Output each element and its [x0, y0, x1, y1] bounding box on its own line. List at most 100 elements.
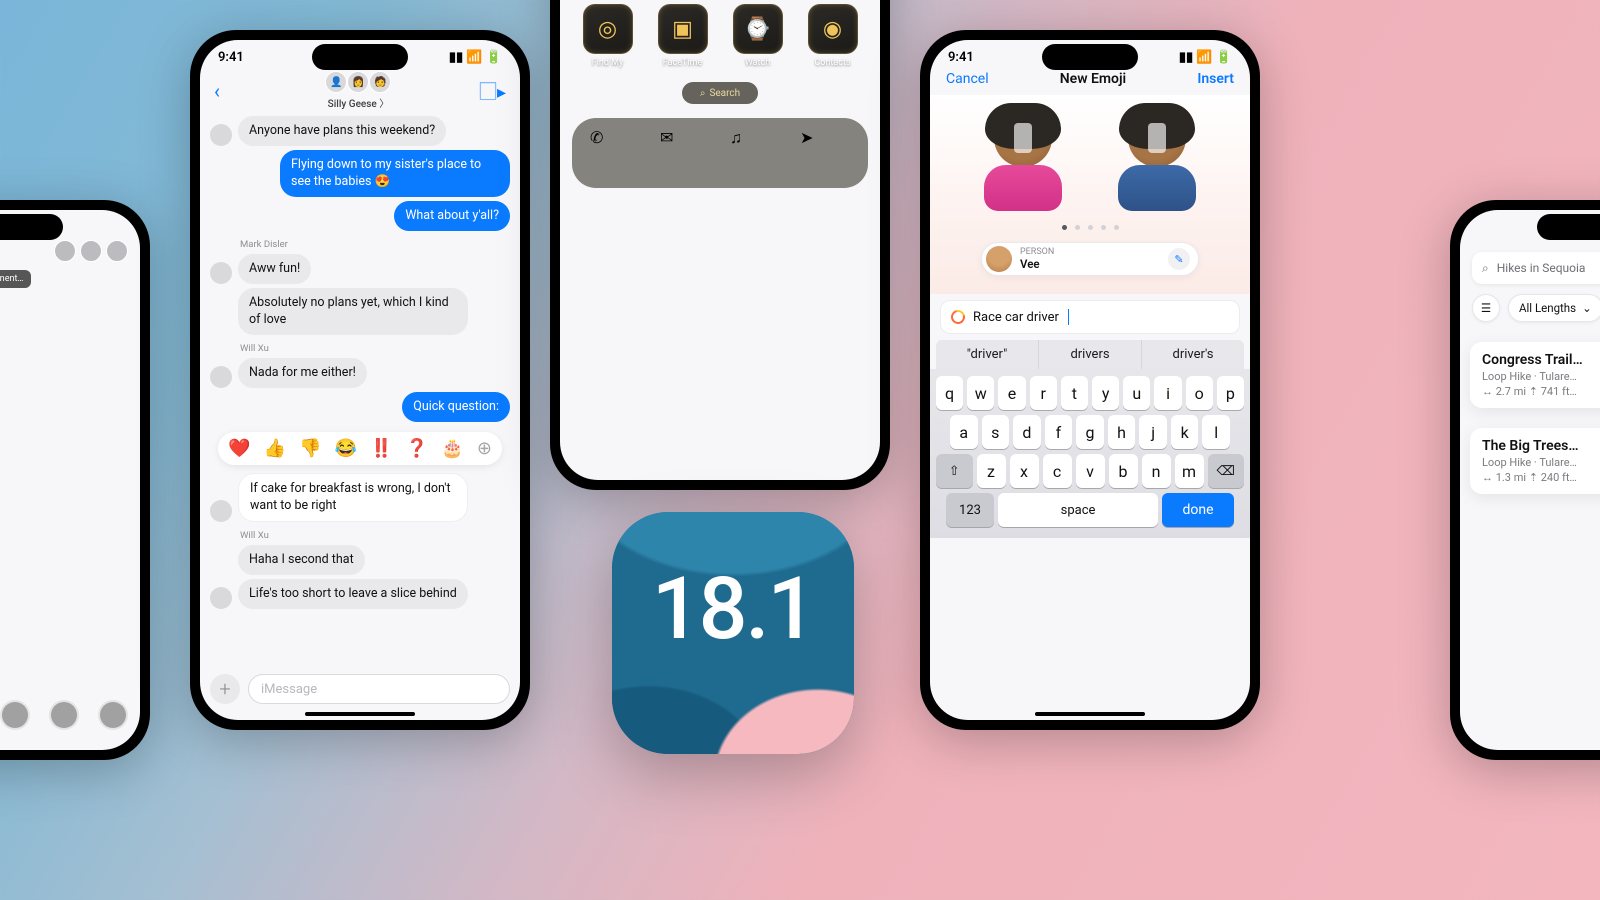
home-indicator[interactable] — [1035, 712, 1145, 716]
genmoji-variant[interactable] — [979, 109, 1067, 213]
key-g[interactable]: g — [1076, 415, 1104, 449]
genmoji-prompt-input[interactable]: Race car driver — [940, 300, 1240, 334]
key-y[interactable]: y — [1092, 376, 1119, 410]
msg-bubble[interactable]: If cake for breakfast is wrong, I don't … — [238, 473, 468, 522]
app-contacts[interactable]: ◉Contacts — [808, 4, 858, 68]
key-h[interactable]: h — [1108, 415, 1136, 449]
app-row: ◎Find My ▣FaceTime ⌚Watch ◉Contacts — [560, 0, 880, 68]
tapback-exclaim-icon[interactable]: ‼️ — [370, 438, 392, 459]
filter-settings-button[interactable]: ☰ — [1472, 294, 1500, 322]
home-indicator[interactable] — [305, 712, 415, 716]
app-find-my[interactable]: ◎Find My — [583, 4, 633, 68]
tapback-cake-icon[interactable]: 🎂 — [441, 438, 463, 459]
person-chip[interactable]: PERSON Vee ✎ — [981, 242, 1199, 276]
edit-person-button[interactable]: ✎ — [1168, 248, 1190, 270]
key-e[interactable]: e — [998, 376, 1025, 410]
key-t[interactable]: t — [1061, 376, 1088, 410]
app-phone[interactable]: ✆ — [590, 128, 640, 178]
page-dots[interactable] — [930, 221, 1250, 238]
compose-input[interactable]: iMessage — [248, 674, 510, 704]
key-o[interactable]: o — [1186, 376, 1213, 410]
status-indicators: ▮▮ 📶 🔋 — [1179, 50, 1232, 65]
keyboard[interactable]: q w e r t y u i o p a s d f g h j k l — [930, 369, 1250, 538]
app-facetime[interactable]: ▣FaceTime — [658, 4, 708, 68]
prediction[interactable]: driver's — [1142, 340, 1244, 369]
key-s[interactable]: s — [982, 415, 1010, 449]
filter-length[interactable]: All Lengths ⌄ — [1508, 294, 1600, 322]
key-z[interactable]: z — [977, 454, 1006, 488]
msg-bubble[interactable]: What about y'all? — [394, 201, 510, 231]
genmoji-variant[interactable] — [1113, 109, 1201, 213]
insert-button[interactable]: Insert — [1197, 71, 1234, 87]
maps-search-field[interactable]: ⌕ Hikes in Sequoia — [1472, 252, 1600, 284]
prediction[interactable]: drivers — [1039, 340, 1142, 369]
key-b[interactable]: b — [1109, 454, 1138, 488]
tapback-picker[interactable]: ❤️ 👍 👎 😂 ‼️ ❓ 🎂 ⊕ — [218, 432, 502, 465]
key-w[interactable]: w — [967, 376, 994, 410]
search-icon: ⌕ — [700, 88, 706, 99]
attach-button[interactable]: + — [210, 674, 240, 704]
key-l[interactable]: l — [1202, 415, 1230, 449]
person-name: Vee — [1020, 258, 1054, 270]
key-p[interactable]: p — [1217, 376, 1244, 410]
key-j[interactable]: j — [1139, 415, 1167, 449]
key-q[interactable]: q — [936, 376, 963, 410]
facetime-button[interactable]: ⃞▸ — [497, 78, 506, 104]
key-space[interactable]: space — [998, 493, 1158, 527]
key-d[interactable]: d — [1013, 415, 1041, 449]
phone-game: What was in the monument… — [0, 200, 150, 760]
key-shift[interactable]: ⇧ — [936, 454, 973, 488]
key-c[interactable]: c — [1043, 454, 1072, 488]
key-m[interactable]: m — [1175, 454, 1204, 488]
key-numbers[interactable]: 123 — [946, 493, 994, 527]
hud-button[interactable] — [98, 700, 128, 730]
msg-bubble[interactable]: Quick question: — [402, 392, 510, 422]
tapback-haha-icon[interactable]: 😂 — [335, 438, 357, 459]
chat-transcript[interactable]: Anyone have plans this weekend? Flying d… — [200, 112, 520, 613]
app-watch[interactable]: ⌚Watch — [733, 4, 783, 68]
tapback-question-icon[interactable]: ❓ — [406, 438, 428, 459]
msg-bubble[interactable]: Flying down to my sister's place to see … — [280, 150, 510, 197]
key-i[interactable]: i — [1154, 376, 1181, 410]
hike-card[interactable]: Congress Trail… Loop Hike · Tulare… ↔ 2.… — [1470, 342, 1600, 408]
keyboard-predictions[interactable]: "driver" drivers driver's — [936, 340, 1244, 369]
spotlight-search-button[interactable]: ⌕ Search — [682, 82, 758, 104]
game-hud-controls[interactable] — [0, 700, 128, 730]
group-avatars[interactable]: 👤👩🧑 — [325, 71, 391, 93]
app-music[interactable]: ♫ — [730, 128, 780, 178]
tapback-more-icon[interactable]: ⊕ — [477, 438, 492, 459]
hud-button[interactable] — [49, 700, 79, 730]
msg-bubble[interactable]: Absolutely no plans yet, which I kind of… — [238, 288, 468, 335]
key-v[interactable]: v — [1076, 454, 1105, 488]
msg-bubble[interactable]: Aww fun! — [238, 254, 311, 284]
key-k[interactable]: k — [1171, 415, 1199, 449]
hike-metrics: ↔ 2.7 mi ⇡ 741 ft… — [1482, 385, 1600, 398]
hike-card[interactable]: The Big Trees… Loop Hike · Tulare… ↔ 1.3… — [1470, 428, 1600, 494]
msg-bubble[interactable]: Anyone have plans this weekend? — [238, 116, 446, 146]
key-a[interactable]: a — [950, 415, 978, 449]
cancel-button[interactable]: Cancel — [946, 71, 989, 87]
app-safari[interactable]: ➤ — [800, 128, 850, 178]
tapback-thumbsup-icon[interactable]: 👍 — [264, 438, 286, 459]
prompt-text: Race car driver — [973, 310, 1059, 325]
msg-bubble[interactable]: Life's too short to leave a slice behind — [238, 579, 468, 609]
back-button[interactable]: ‹ — [214, 79, 220, 103]
watch-icon: ⌚ — [733, 4, 783, 54]
key-done[interactable]: done — [1162, 493, 1234, 527]
tapback-thumbsdown-icon[interactable]: 👎 — [299, 438, 321, 459]
key-backspace[interactable]: ⌫ — [1208, 454, 1245, 488]
genmoji-variants[interactable] — [930, 103, 1250, 221]
msg-bubble[interactable]: Nada for me either! — [238, 358, 367, 388]
key-u[interactable]: u — [1123, 376, 1150, 410]
hud-button[interactable] — [0, 700, 30, 730]
prediction[interactable]: "driver" — [936, 340, 1039, 369]
app-mail[interactable]: ✉ — [660, 128, 710, 178]
phone-home-screen: ◎Find My ▣FaceTime ⌚Watch ◉Contacts ⌕ Se… — [550, 0, 890, 490]
key-f[interactable]: f — [1045, 415, 1073, 449]
key-x[interactable]: x — [1010, 454, 1039, 488]
key-n[interactable]: n — [1142, 454, 1171, 488]
tapback-heart-icon[interactable]: ❤️ — [228, 438, 250, 459]
search-query: Hikes in Sequoia — [1497, 261, 1586, 275]
key-r[interactable]: r — [1030, 376, 1057, 410]
msg-bubble[interactable]: Haha I second that — [238, 545, 365, 575]
